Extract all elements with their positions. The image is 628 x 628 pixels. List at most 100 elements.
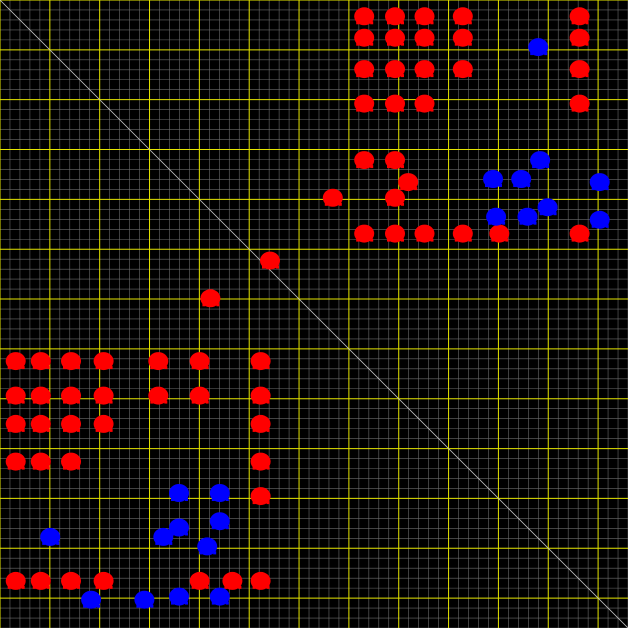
positive-signal-speckle xyxy=(363,153,367,157)
positive-signal-speckle xyxy=(266,428,270,432)
negative-signal-speckle xyxy=(90,592,94,596)
positive-signal-speckle xyxy=(461,226,465,230)
negative-signal-speckle xyxy=(598,212,602,216)
negative-signal-speckle xyxy=(150,604,154,608)
positive-signal-speckle xyxy=(109,400,113,404)
negative-signal-speckle xyxy=(199,551,203,555)
positive-signal-speckle xyxy=(164,400,168,404)
positive-signal-speckle xyxy=(276,265,279,269)
positive-signal-speckle xyxy=(468,42,472,46)
negative-signal-speckle xyxy=(533,221,537,225)
positive-signal-speckle xyxy=(430,42,434,46)
positive-signal-speckle xyxy=(356,42,360,46)
contact-map-plot[interactable] xyxy=(0,0,628,628)
positive-signal-speckle xyxy=(32,466,36,470)
positive-signal-speckle xyxy=(571,108,575,112)
negative-signal-speckle xyxy=(83,604,87,608)
negative-signal-speckle xyxy=(218,514,222,518)
positive-signal-speckle xyxy=(150,400,154,404)
positive-signal-speckle xyxy=(63,366,66,370)
positive-signal-speckle xyxy=(363,9,367,13)
positive-signal-speckle xyxy=(39,454,43,458)
positive-signal-speckle xyxy=(356,108,360,112)
positive-signal-speckle xyxy=(32,428,36,432)
positive-signal-speckle xyxy=(191,400,195,404)
negative-signal-speckle xyxy=(143,592,147,596)
positive-signal-speckle xyxy=(32,400,36,404)
positive-signal-speckle xyxy=(259,354,263,358)
negative-signal-speckle xyxy=(162,529,166,533)
positive-signal-speckle xyxy=(14,454,18,458)
negative-signal-speckle xyxy=(526,209,530,213)
positive-signal-speckle xyxy=(370,238,374,242)
positive-signal-speckle xyxy=(205,585,209,589)
positive-signal-speckle xyxy=(262,265,265,269)
positive-signal-speckle xyxy=(400,187,404,191)
negative-signal-speckle xyxy=(178,520,181,524)
positive-signal-speckle xyxy=(394,30,397,34)
positive-signal-speckle xyxy=(338,202,342,206)
positive-signal-speckle xyxy=(14,354,18,358)
positive-signal-speckle xyxy=(370,74,374,78)
negative-signal-speckle xyxy=(591,224,595,228)
positive-signal-speckle xyxy=(387,165,390,169)
positive-signal-speckle xyxy=(77,466,80,470)
negative-signal-speckle xyxy=(605,224,609,228)
positive-signal-speckle xyxy=(95,585,99,589)
positive-signal-speckle xyxy=(331,190,335,194)
positive-signal-speckle xyxy=(70,454,73,458)
positive-signal-speckle xyxy=(356,74,360,78)
positive-signal-speckle xyxy=(491,238,495,242)
positive-signal-speckle xyxy=(7,428,11,432)
positive-signal-speckle xyxy=(266,366,270,370)
positive-signal-speckle xyxy=(468,238,472,242)
positive-signal-speckle xyxy=(571,74,575,78)
negative-signal-speckle xyxy=(499,184,502,187)
positive-signal-speckle xyxy=(46,585,50,589)
positive-signal-speckle xyxy=(266,501,270,505)
negative-signal-speckle xyxy=(598,175,602,179)
positive-signal-speckle xyxy=(394,96,397,100)
positive-signal-speckle xyxy=(585,238,589,242)
negative-signal-speckle xyxy=(185,601,188,605)
positive-signal-speckle xyxy=(266,585,270,589)
positive-signal-speckle xyxy=(454,21,458,25)
positive-signal-speckle xyxy=(259,388,263,392)
negative-signal-speckle xyxy=(546,200,550,204)
positive-signal-speckle xyxy=(266,400,270,404)
positive-signal-speckle xyxy=(157,388,161,392)
positive-signal-speckle xyxy=(585,21,589,25)
positive-signal-speckle xyxy=(430,21,434,25)
positive-signal-speckle xyxy=(259,489,263,493)
positive-signal-speckle xyxy=(198,573,202,577)
positive-signal-speckle xyxy=(468,74,472,78)
positive-signal-speckle xyxy=(416,42,420,46)
positive-signal-speckle xyxy=(578,96,582,100)
positive-signal-speckle xyxy=(70,354,73,358)
negative-signal-speckle xyxy=(519,221,523,225)
positive-signal-speckle xyxy=(77,400,80,404)
positive-signal-speckle xyxy=(387,202,390,206)
contact-map-viewport[interactable] xyxy=(0,0,628,628)
negative-signal-speckle xyxy=(185,532,188,536)
positive-signal-speckle xyxy=(423,30,427,34)
positive-signal-speckle xyxy=(252,501,256,505)
positive-signal-speckle xyxy=(416,238,420,242)
negative-signal-speckle xyxy=(169,541,173,545)
positive-signal-speckle xyxy=(202,303,206,307)
positive-signal-speckle xyxy=(401,202,404,206)
positive-signal-speckle xyxy=(70,416,73,420)
negative-signal-speckle xyxy=(225,601,229,605)
positive-signal-speckle xyxy=(21,366,25,370)
positive-signal-speckle xyxy=(46,466,50,470)
positive-signal-speckle xyxy=(32,366,36,370)
positive-signal-speckle xyxy=(585,108,589,112)
positive-signal-speckle xyxy=(387,74,390,78)
positive-signal-speckle xyxy=(461,9,465,13)
positive-signal-speckle xyxy=(571,21,575,25)
negative-signal-speckle xyxy=(591,187,595,191)
positive-signal-speckle xyxy=(401,21,404,25)
negative-signal-speckle xyxy=(56,541,60,545)
positive-signal-speckle xyxy=(216,303,220,307)
negative-signal-speckle xyxy=(213,551,217,555)
